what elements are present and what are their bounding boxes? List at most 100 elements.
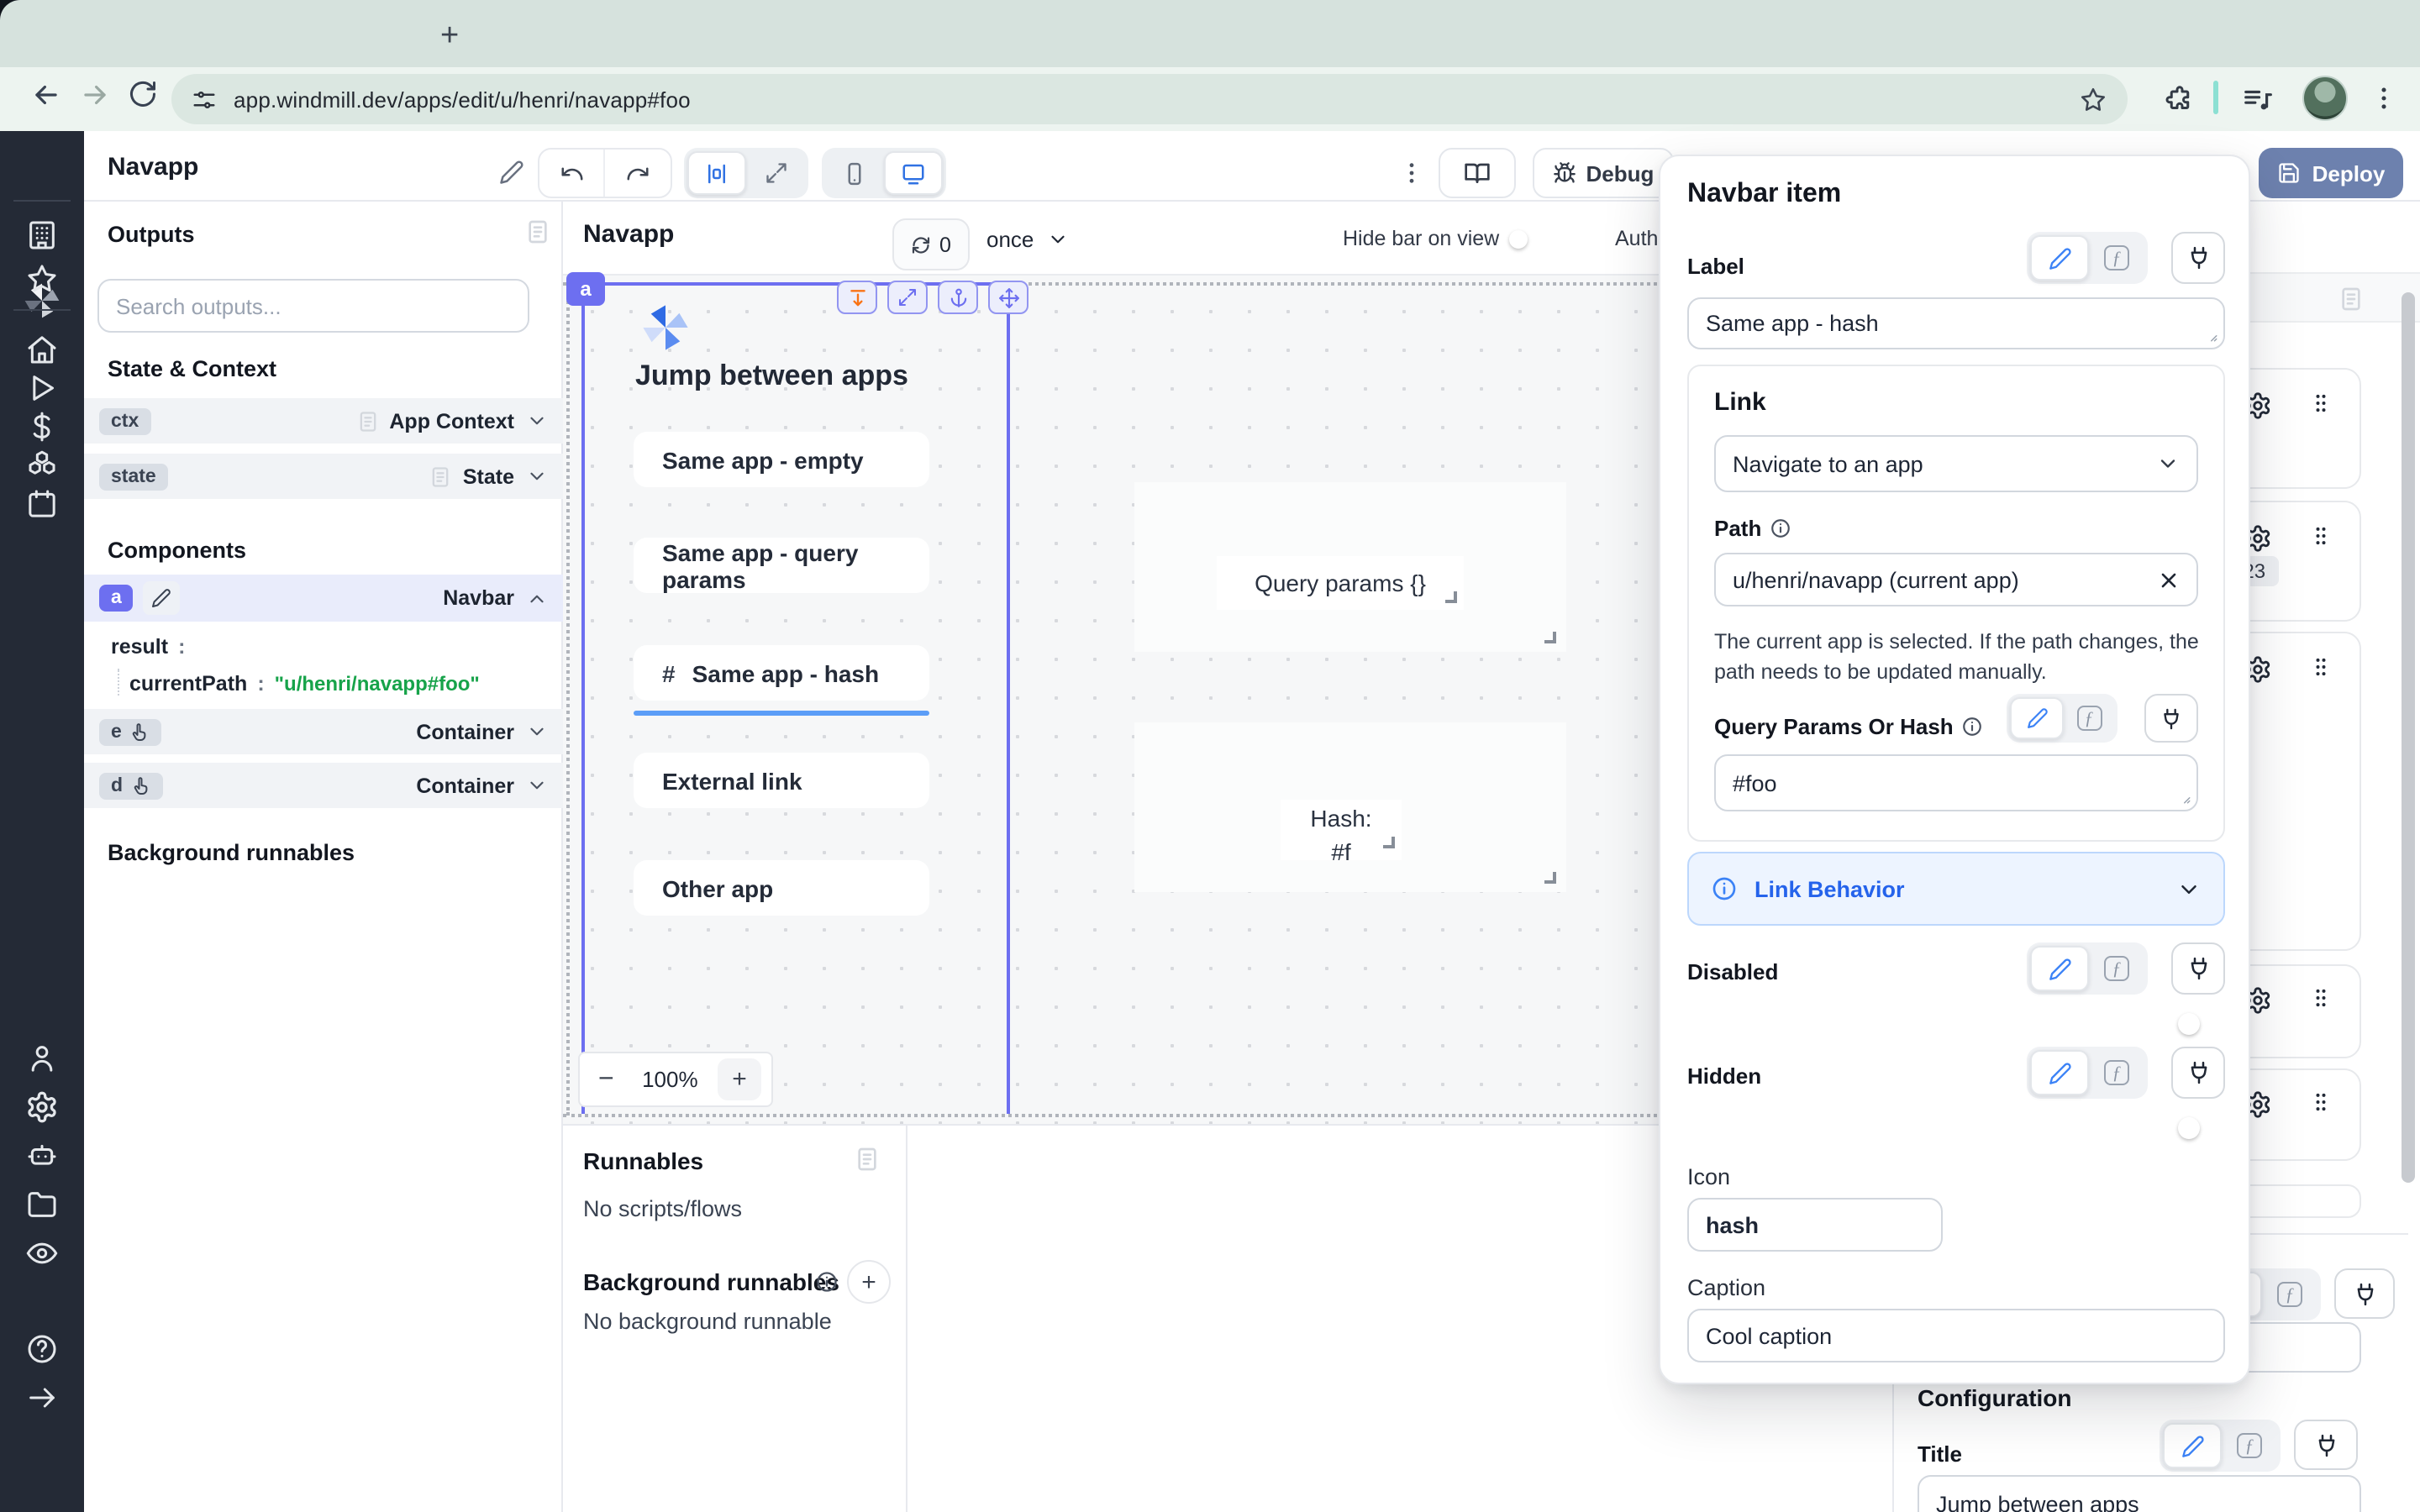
- connect-plug-button[interactable]: [2294, 1420, 2358, 1470]
- rename-pencil-icon[interactable]: [144, 581, 181, 615]
- icon-input[interactable]: hash: [1687, 1198, 1943, 1252]
- zoom-in-button[interactable]: +: [718, 1058, 761, 1100]
- resources-icon[interactable]: [25, 449, 59, 482]
- connect-plug-button[interactable]: [2171, 942, 2225, 995]
- state-row[interactable]: state State: [84, 454, 563, 499]
- workspace-icon[interactable]: [25, 218, 59, 252]
- address-bar[interactable]: app.windmill.dev/apps/edit/u/henri/navap…: [171, 74, 2128, 124]
- navbar-preview-item[interactable]: Same app - query params: [634, 538, 929, 593]
- fx-mode-button[interactable]: ƒ: [2064, 697, 2114, 739]
- variables-icon[interactable]: [25, 410, 59, 444]
- outputs-doc-icon[interactable]: [524, 218, 551, 245]
- item-drag-handle[interactable]: [2309, 524, 2333, 548]
- resize-corner[interactable]: [1544, 872, 1556, 884]
- path-input[interactable]: u/henri/navapp (current app): [1714, 553, 2198, 606]
- runnables-doc-icon[interactable]: [854, 1146, 881, 1173]
- resize-corner[interactable]: [1383, 837, 1395, 848]
- bookmark-star-icon[interactable]: [2079, 85, 2107, 113]
- container-d-row[interactable]: d Container: [84, 763, 563, 808]
- item-drag-handle[interactable]: [2309, 986, 2333, 1010]
- extensions-icon[interactable]: [2165, 84, 2195, 114]
- fullwidth-layout-button[interactable]: [746, 151, 805, 195]
- pencil-mode-button[interactable]: [2030, 235, 2089, 281]
- label-input[interactable]: Same app - hash: [1687, 297, 2225, 349]
- profile-avatar[interactable]: [2302, 76, 2348, 121]
- docs-book-button[interactable]: [1439, 148, 1516, 198]
- expand-sidebar-icon[interactable]: [25, 1381, 59, 1415]
- chevron-down-icon[interactable]: [526, 410, 548, 432]
- selected-component-badge[interactable]: a: [566, 272, 605, 306]
- schedules-icon[interactable]: [25, 487, 59, 521]
- navbar-preview-item[interactable]: External link: [634, 753, 929, 808]
- chevron-down-icon[interactable]: [526, 465, 548, 487]
- move-component-button[interactable]: [988, 281, 1028, 314]
- title-input[interactable]: Jump between apps: [1918, 1475, 2361, 1512]
- link-type-select[interactable]: Navigate to an app: [1714, 435, 2198, 492]
- toolbar-menu-icon[interactable]: [1398, 160, 1425, 186]
- media-controls-icon[interactable]: [2242, 84, 2274, 116]
- panel-doc-icon[interactable]: [2338, 286, 2365, 312]
- centered-layout-button[interactable]: [687, 151, 746, 195]
- mobile-view-button[interactable]: [825, 151, 884, 195]
- hash-text-component[interactable]: Hash: #f: [1281, 800, 1402, 860]
- add-background-runnable-button[interactable]: +: [847, 1260, 891, 1304]
- clear-path-icon[interactable]: [2158, 569, 2180, 591]
- deploy-button[interactable]: Deploy: [2259, 148, 2403, 198]
- pencil-mode-button[interactable]: [2030, 1050, 2089, 1095]
- zoom-out-button[interactable]: −: [590, 1064, 623, 1095]
- fx-mode-button[interactable]: ƒ: [2089, 1050, 2144, 1095]
- fx-mode-button[interactable]: ƒ: [2089, 235, 2144, 281]
- runs-icon[interactable]: [25, 371, 59, 405]
- favorites-star-icon[interactable]: [25, 262, 59, 296]
- edit-app-name-icon[interactable]: [499, 160, 524, 185]
- desktop-view-button[interactable]: [884, 151, 943, 195]
- item-drag-handle[interactable]: [2309, 391, 2333, 415]
- query-hash-input[interactable]: #foo: [1714, 754, 2198, 811]
- chevron-up-icon[interactable]: [526, 587, 548, 609]
- connect-plug-button[interactable]: [2171, 232, 2225, 284]
- expand-component-button[interactable]: [887, 281, 928, 314]
- connect-plug-button[interactable]: [2144, 694, 2198, 743]
- container-e-row[interactable]: e Container: [84, 709, 563, 754]
- navbar-preview-item[interactable]: Other app: [634, 860, 929, 916]
- ctx-row[interactable]: ctx App Context: [84, 398, 563, 444]
- browser-menu-icon[interactable]: [2370, 84, 2398, 113]
- panel-scrollbar[interactable]: [2402, 292, 2415, 1183]
- resize-corner[interactable]: [1445, 591, 1457, 603]
- pencil-mode-button[interactable]: [2010, 697, 2064, 739]
- fx-mode-button[interactable]: ƒ: [2089, 946, 2144, 991]
- navbar-component-row[interactable]: a Navbar: [84, 575, 563, 622]
- pencil-mode-button[interactable]: [2163, 1423, 2222, 1468]
- anchor-component-button[interactable]: [938, 281, 978, 314]
- connect-plug-button[interactable]: [2171, 1047, 2225, 1099]
- info-icon[interactable]: [1962, 716, 1984, 738]
- connect-plug-button[interactable]: [2334, 1268, 2395, 1319]
- debug-button[interactable]: Debug: [1533, 148, 1674, 198]
- item-drag-handle[interactable]: [2309, 655, 2333, 679]
- textarea-resize-icon[interactable]: [2176, 790, 2191, 805]
- workers-bot-icon[interactable]: [25, 1139, 59, 1173]
- pencil-mode-button[interactable]: [2030, 946, 2089, 991]
- chevron-down-icon[interactable]: [526, 721, 548, 743]
- home-icon[interactable]: [25, 333, 59, 366]
- caption-input[interactable]: Cool caption: [1687, 1309, 2225, 1362]
- undo-button[interactable]: [539, 150, 605, 197]
- audit-eye-icon[interactable]: [25, 1236, 59, 1270]
- browser-forward-button[interactable]: [79, 79, 111, 111]
- browser-back-button[interactable]: [30, 79, 62, 111]
- fill-height-button[interactable]: [837, 281, 877, 314]
- item-drag-handle[interactable]: [2309, 1090, 2333, 1114]
- info-icon[interactable]: [815, 1270, 839, 1294]
- link-behavior-collapsible[interactable]: Link Behavior: [1687, 852, 2225, 926]
- redo-button[interactable]: [605, 150, 671, 197]
- textarea-resize-icon[interactable]: [2203, 328, 2218, 343]
- settings-gear-icon[interactable]: [25, 1090, 59, 1124]
- resize-corner[interactable]: [1544, 632, 1556, 643]
- folders-icon[interactable]: [25, 1188, 59, 1221]
- help-icon[interactable]: [25, 1332, 59, 1366]
- run-mode-dropdown[interactable]: once: [986, 227, 1069, 252]
- new-tab-button[interactable]: +: [440, 20, 459, 52]
- navbar-preview-item[interactable]: Same app - empty: [634, 432, 929, 487]
- chevron-down-icon[interactable]: [526, 774, 548, 796]
- navbar-preview-item-active[interactable]: # Same app - hash: [634, 645, 929, 701]
